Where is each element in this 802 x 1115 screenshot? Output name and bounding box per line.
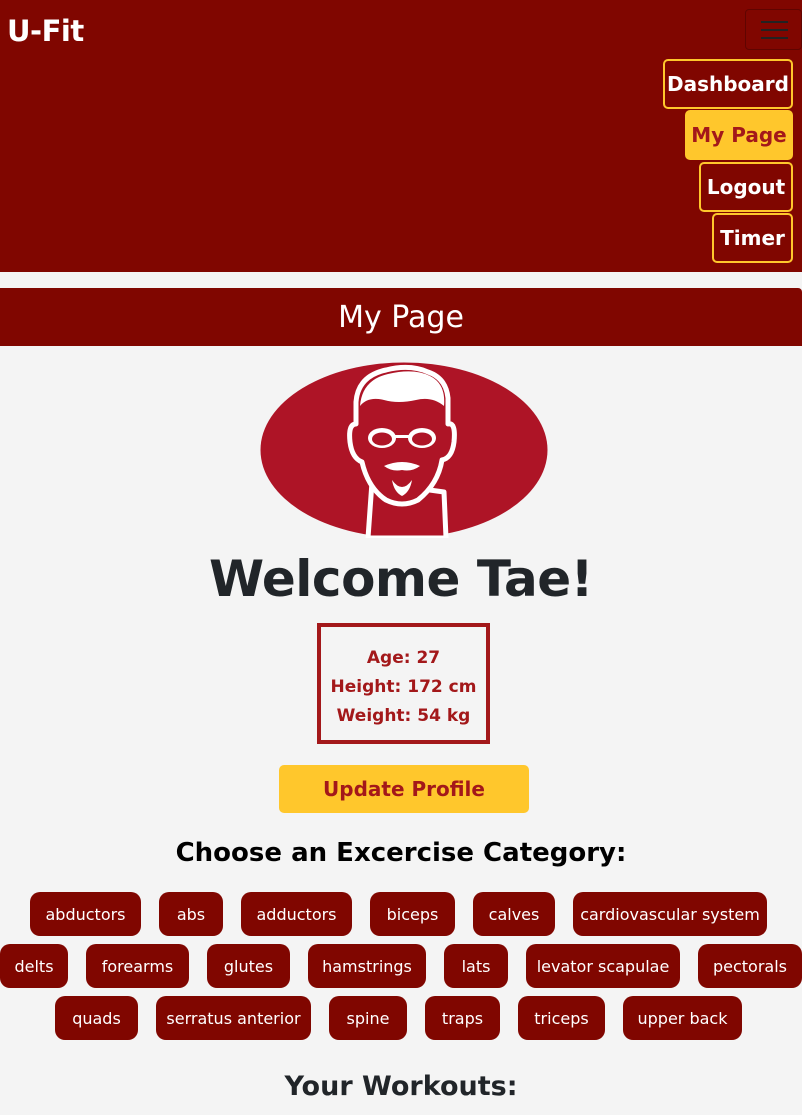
- age-stat: Age: 27: [366, 648, 441, 668]
- profile-stats-box: Age: 27 Height: 172 cm Weight: 54 kg: [317, 623, 490, 744]
- navbar: U-Fit Dashboard My Page Logout Timer: [0, 0, 802, 272]
- category-chip-forearms[interactable]: forearms: [86, 944, 189, 988]
- category-chip-lats[interactable]: lats: [444, 944, 508, 988]
- category-heading: Choose an Excercise Category:: [175, 838, 627, 868]
- category-chip-glutes[interactable]: glutes: [207, 944, 290, 988]
- category-chip-levator-scapulae[interactable]: levator scapulae: [526, 944, 680, 988]
- height-stat: Height: 172 cm: [330, 677, 477, 697]
- hamburger-icon: [761, 21, 788, 23]
- category-chip-abs[interactable]: abs: [159, 892, 223, 936]
- category-chip-serratus-anterior[interactable]: serratus anterior: [156, 996, 311, 1040]
- category-chip-calves[interactable]: calves: [473, 892, 555, 936]
- category-chip-biceps[interactable]: biceps: [370, 892, 455, 936]
- category-chip-abductors[interactable]: abductors: [30, 892, 141, 936]
- nav-logout-button[interactable]: Logout: [699, 162, 793, 212]
- nav-my-page-button[interactable]: My Page: [685, 110, 793, 160]
- category-chip-pectorals[interactable]: pectorals: [698, 944, 802, 988]
- weight-stat: Weight: 54 kg: [336, 706, 471, 726]
- category-chip-upper-back[interactable]: upper back: [623, 996, 742, 1040]
- category-chip-delts[interactable]: delts: [0, 944, 68, 988]
- menu-toggle-button[interactable]: [745, 9, 802, 50]
- category-chip-traps[interactable]: traps: [425, 996, 500, 1040]
- category-chip-hamstrings[interactable]: hamstrings: [308, 944, 426, 988]
- workouts-heading: Your Workouts:: [284, 1071, 518, 1102]
- category-chip-cardiovascular-system[interactable]: cardiovascular system: [573, 892, 767, 936]
- page-title: My Page: [0, 288, 802, 346]
- welcome-heading: Welcome Tae!: [209, 550, 593, 608]
- category-chip-adductors[interactable]: adductors: [241, 892, 352, 936]
- nav-dashboard-button[interactable]: Dashboard: [663, 59, 793, 109]
- category-chip-quads[interactable]: quads: [55, 996, 138, 1040]
- nav-timer-button[interactable]: Timer: [712, 213, 793, 263]
- avatar: [260, 362, 548, 538]
- category-chip-triceps[interactable]: triceps: [518, 996, 605, 1040]
- category-chip-spine[interactable]: spine: [329, 996, 407, 1040]
- update-profile-button[interactable]: Update Profile: [279, 765, 529, 813]
- brand-logo[interactable]: U-Fit: [7, 14, 84, 48]
